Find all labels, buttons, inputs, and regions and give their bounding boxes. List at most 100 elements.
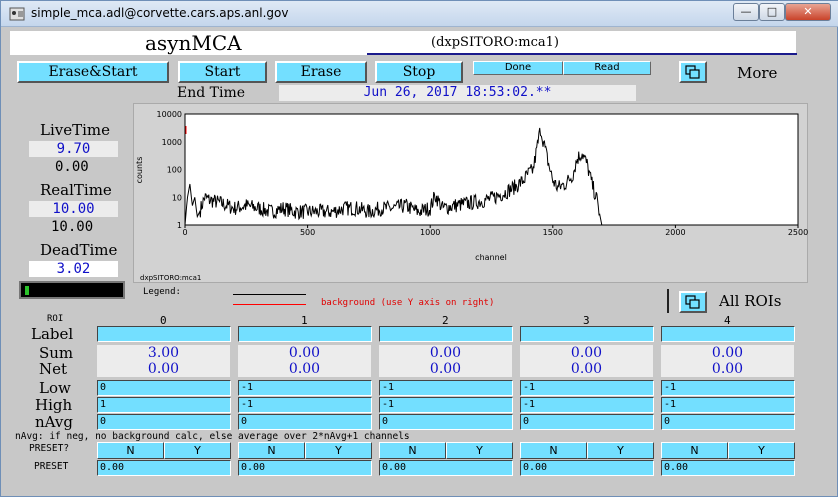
y-tick-label: 10000 bbox=[157, 110, 182, 119]
roi-low-input[interactable]: -1 bbox=[661, 380, 795, 396]
roi-preset-input[interactable]: 0.00 bbox=[97, 460, 231, 476]
livetime-preset[interactable]: 9.70 bbox=[29, 141, 118, 157]
roi-preset-input[interactable]: 0.00 bbox=[379, 460, 513, 476]
realtime-preset[interactable]: 10.00 bbox=[29, 201, 118, 217]
legend-label: Legend: bbox=[143, 287, 181, 297]
status-done: Done bbox=[473, 61, 563, 75]
row-label-navg: nAvg bbox=[35, 413, 73, 431]
roi-header-label: ROI bbox=[47, 314, 64, 324]
more-label: More bbox=[737, 64, 778, 82]
deadtime-label: DeadTime bbox=[40, 241, 118, 259]
app-title: asynMCA bbox=[145, 31, 242, 55]
roi-net-value: 0.00 bbox=[147, 361, 180, 377]
end-time-label: End Time bbox=[177, 85, 246, 101]
roi-label-input[interactable] bbox=[97, 326, 231, 342]
end-time-value: Jun 26, 2017 18:53:02.** bbox=[279, 85, 636, 101]
title-bar[interactable]: simple_mca.adl@corvette.cars.aps.anl.gov… bbox=[1, 1, 838, 27]
all-rois-button[interactable] bbox=[679, 291, 707, 313]
roi-label-input[interactable] bbox=[379, 326, 513, 342]
deadtime-value: 3.02 bbox=[29, 261, 118, 277]
roi-high-input[interactable]: -1 bbox=[379, 397, 513, 413]
roi-preset-yes-button[interactable]: Y bbox=[305, 442, 372, 459]
header-underline bbox=[367, 53, 797, 55]
roi-preset-no-button[interactable]: N bbox=[97, 442, 164, 459]
roi-high-input[interactable]: -1 bbox=[520, 397, 654, 413]
legend-line-black bbox=[233, 294, 306, 295]
navg-note: nAvg: if neg, no background calc, else a… bbox=[15, 431, 410, 442]
roi-preset-input[interactable]: 0.00 bbox=[520, 460, 654, 476]
roi-preset-no-button[interactable]: N bbox=[520, 442, 587, 459]
livetime-label: LiveTime bbox=[40, 121, 111, 139]
roi-sum-net: 0.00 0.00 bbox=[379, 345, 512, 377]
minimize-button[interactable]: — bbox=[733, 3, 759, 21]
roi-high-input[interactable]: 1 bbox=[97, 397, 231, 413]
roi-sum-net: 3.00 0.00 bbox=[97, 345, 230, 377]
roi-navg-input[interactable]: 0 bbox=[379, 414, 513, 430]
roi-net-value: 0.00 bbox=[711, 361, 744, 377]
all-rois-label: All ROIs bbox=[719, 292, 782, 310]
status-read: Read bbox=[563, 61, 651, 75]
app-icon bbox=[9, 7, 25, 21]
row-label-label: Label bbox=[31, 325, 74, 343]
roi-net-value: 0.00 bbox=[570, 361, 603, 377]
roi-label-input[interactable] bbox=[238, 326, 372, 342]
maximize-button[interactable]: □ bbox=[759, 3, 785, 21]
roi-sum-net: 0.00 0.00 bbox=[520, 345, 653, 377]
x-tick-label: 2500 bbox=[788, 228, 808, 237]
roi-preset-yes-button[interactable]: Y bbox=[446, 442, 513, 459]
roi-preset-no-button[interactable]: N bbox=[238, 442, 305, 459]
roi-sum-value: 0.00 bbox=[711, 345, 744, 361]
legend-line-red bbox=[233, 304, 306, 305]
roi-low-input[interactable]: 0 bbox=[97, 380, 231, 396]
record-name: (dxpSITORO:mca1) bbox=[431, 35, 559, 50]
roi-preset-no-button[interactable]: N bbox=[379, 442, 446, 459]
roi-navg-input[interactable]: 0 bbox=[520, 414, 654, 430]
roi-sum-value: 0.00 bbox=[288, 345, 321, 361]
close-button[interactable]: ✕ bbox=[785, 3, 831, 21]
deadtime-bar-fill bbox=[25, 286, 29, 295]
erase-start-button[interactable]: Erase&Start bbox=[17, 61, 169, 83]
plot-footer: dxpSITORO:mca1 bbox=[140, 274, 201, 282]
spectrum-chart: 10000 1000 100 10 1 0 500 1000 1500 2000 2500 cou… bbox=[135, 110, 808, 282]
roi-navg-input[interactable]: 0 bbox=[661, 414, 795, 430]
roi-sum-net: 0.00 0.00 bbox=[661, 345, 794, 377]
roi-preset-yes-button[interactable]: Y bbox=[728, 442, 795, 459]
y-tick-label: 100 bbox=[167, 166, 182, 175]
roi-navg-input[interactable]: 0 bbox=[97, 414, 231, 430]
row-label-low: Low bbox=[39, 379, 71, 397]
x-tick-label: 0 bbox=[182, 228, 187, 237]
roi-low-input[interactable]: -1 bbox=[520, 380, 654, 396]
roi-low-input[interactable]: -1 bbox=[238, 380, 372, 396]
roi-sum-net: 0.00 0.00 bbox=[238, 345, 371, 377]
roi-net-value: 0.00 bbox=[429, 361, 462, 377]
roi-navg-input[interactable]: 0 bbox=[238, 414, 372, 430]
roi-label-input[interactable] bbox=[661, 326, 795, 342]
y-tick-label: 1000 bbox=[162, 138, 182, 147]
x-tick-label: 1000 bbox=[420, 228, 440, 237]
roi-low-input[interactable]: -1 bbox=[379, 380, 513, 396]
roi-sum-value: 0.00 bbox=[570, 345, 603, 361]
roi-high-input[interactable]: -1 bbox=[661, 397, 795, 413]
related-display-icon bbox=[685, 295, 700, 309]
main-window: simple_mca.adl@corvette.cars.aps.anl.gov… bbox=[0, 0, 838, 497]
erase-button[interactable]: Erase bbox=[275, 61, 367, 83]
spectrum-plot: 10000 1000 100 10 1 0 500 1000 1500 2000 2500 cou… bbox=[133, 103, 808, 283]
roi-high-input[interactable]: -1 bbox=[238, 397, 372, 413]
roi-label-input[interactable] bbox=[520, 326, 654, 342]
more-menu-button[interactable] bbox=[679, 61, 707, 83]
roi-preset-yes-button[interactable]: Y bbox=[164, 442, 231, 459]
roi-preset-yes-button[interactable]: Y bbox=[587, 442, 654, 459]
stop-button[interactable]: Stop bbox=[375, 61, 463, 83]
roi-preset-input[interactable]: 0.00 bbox=[661, 460, 795, 476]
legend-background-label: background (use Y axis on right) bbox=[321, 298, 495, 308]
header-panel: asynMCA (dxpSITORO:mca1) bbox=[10, 31, 797, 55]
row-label-preset: PRESET bbox=[34, 461, 69, 472]
start-button[interactable]: Start bbox=[178, 61, 267, 83]
row-label-high: High bbox=[35, 396, 73, 414]
y-tick-label: 1 bbox=[177, 221, 182, 230]
roi-preset-input[interactable]: 0.00 bbox=[238, 460, 372, 476]
x-tick-label: 500 bbox=[300, 228, 315, 237]
roi-preset-no-button[interactable]: N bbox=[661, 442, 728, 459]
row-label-net: Net bbox=[39, 360, 68, 378]
window-title: simple_mca.adl@corvette.cars.aps.anl.gov bbox=[31, 6, 289, 20]
